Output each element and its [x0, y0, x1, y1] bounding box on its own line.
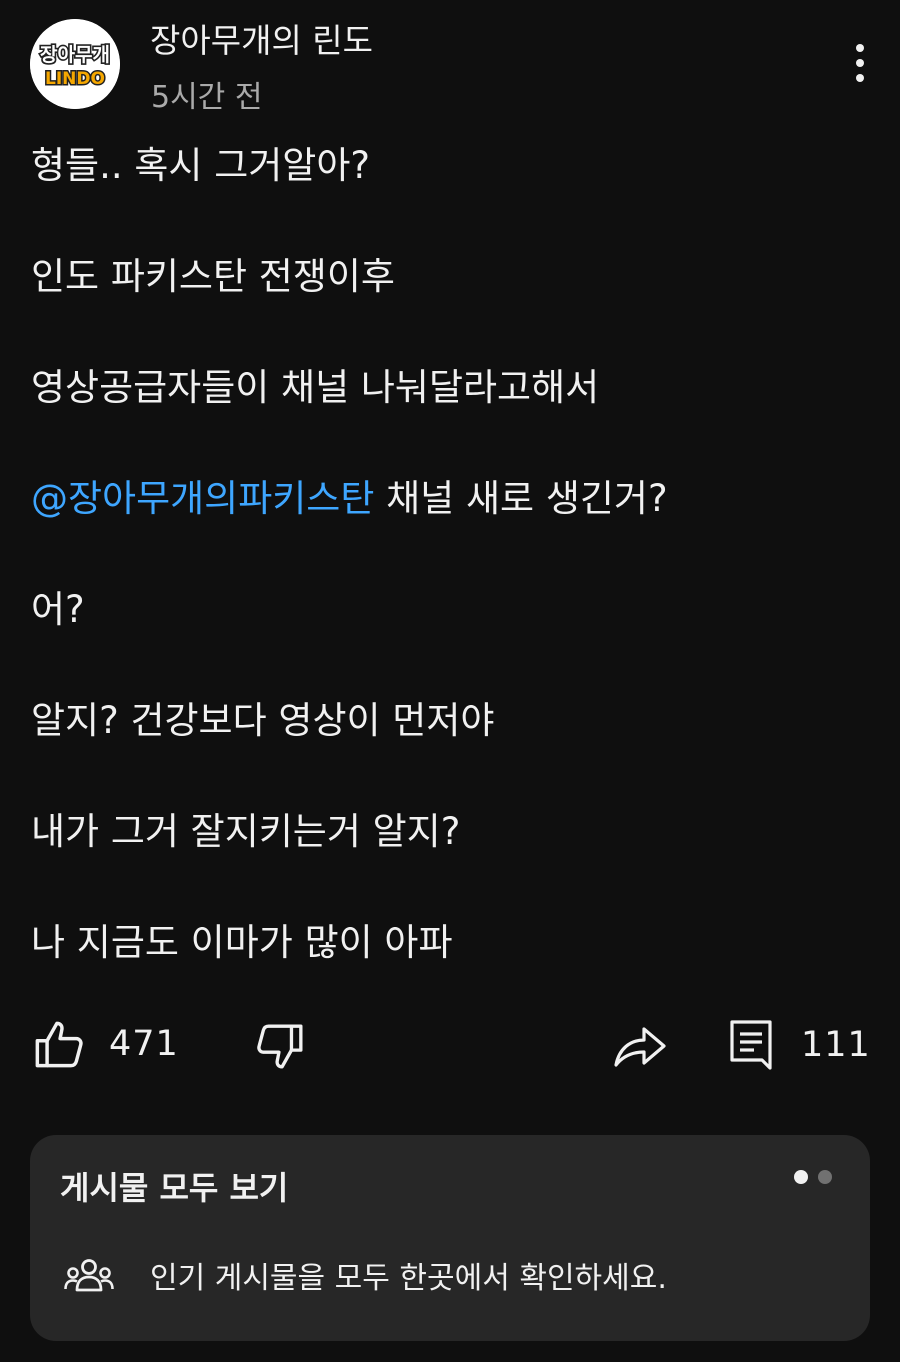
carousel-indicator [794, 1170, 832, 1184]
avatar-logo-top: 장아무개 [40, 44, 110, 66]
channel-avatar[interactable]: 장아무개 LINDO [30, 19, 120, 109]
more-vertical-icon [856, 44, 864, 82]
thumbs-down-icon [257, 1024, 303, 1069]
post-timestamp: 5시간 전 [151, 80, 263, 115]
thumbs-up-icon [35, 1021, 83, 1068]
community-post-page: 장아무개 LINDO 장아무개의 린도 5시간 전 형들.. 혹시 그거알아? … [0, 0, 900, 1362]
carousel-dot-active [794, 1170, 808, 1184]
more-options-button[interactable] [836, 38, 884, 88]
post-line: 채널 새로 생긴거? [386, 477, 668, 520]
dislike-button[interactable] [255, 1022, 305, 1072]
card-title: 게시물 모두 보기 [60, 1169, 289, 1207]
carousel-dot [818, 1170, 832, 1184]
post-header: 장아무개 LINDO 장아무개의 린도 5시간 전 [0, 0, 900, 120]
comment-icon [730, 1020, 772, 1070]
like-count: 471 [109, 1024, 179, 1064]
post-line: 알지? 건강보다 영상이 먼저야 [31, 699, 495, 742]
channel-name[interactable]: 장아무개의 린도 [150, 14, 373, 62]
post-line: 영상공급자들이 채널 나눠달라고해서 [31, 366, 600, 409]
share-icon [614, 1027, 666, 1067]
comment-button[interactable]: 111 [729, 1019, 871, 1071]
post-line: 내가 그거 잘지키는거 알지? [31, 810, 461, 853]
post-line: 어? [31, 588, 85, 631]
post-line: 나 지금도 이마가 많이 아파 [31, 921, 453, 964]
post-line: 형들.. 혹시 그거알아? [31, 144, 371, 187]
like-button[interactable]: 471 [33, 1018, 179, 1070]
post-line: 인도 파키스탄 전쟁이후 [31, 255, 395, 298]
view-all-posts-card[interactable]: 게시물 모두 보기 인기 게시물을 모두 한곳에서 확인하세요. [30, 1135, 870, 1341]
channel-mention-link[interactable]: @장아무개의파키스탄 [31, 477, 374, 520]
channel-logo: 장아무개 LINDO [30, 19, 120, 109]
people-group-icon [64, 1259, 114, 1292]
comment-count: 111 [801, 1025, 871, 1065]
avatar-logo-bottom: LINDO [45, 69, 105, 89]
share-button[interactable] [613, 1022, 667, 1070]
post-line-with-mention: @장아무개의파키스탄 채널 새로 생긴거? [31, 476, 668, 522]
card-description: 인기 게시물을 모두 한곳에서 확인하세요. [150, 1261, 667, 1296]
card-description-row: 인기 게시물을 모두 한곳에서 확인하세요. [64, 1253, 667, 1297]
